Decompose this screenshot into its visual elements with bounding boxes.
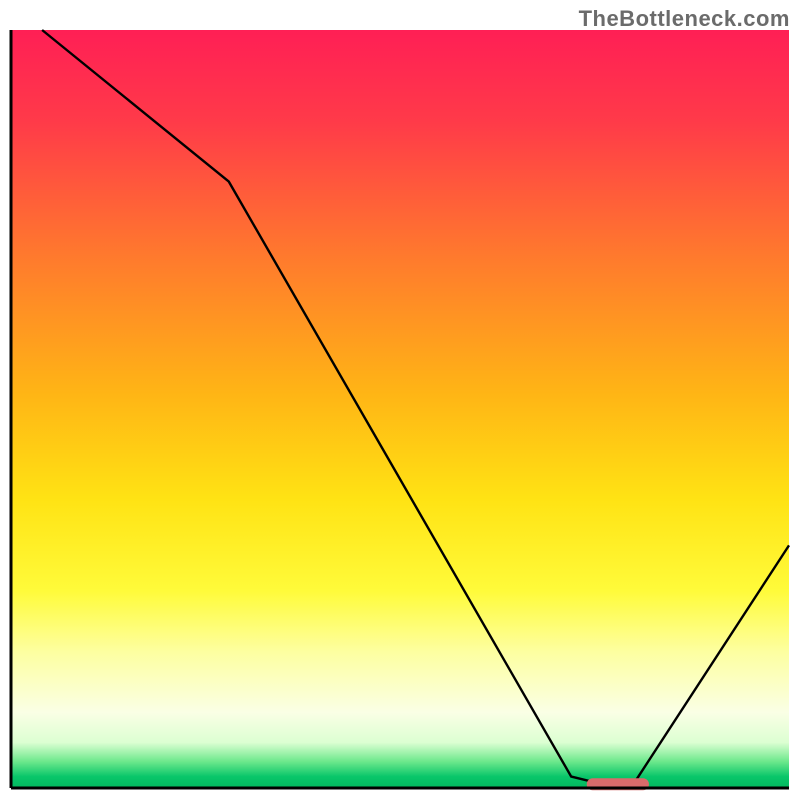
gradient-background	[11, 30, 789, 788]
watermark-text: TheBottleneck.com	[579, 6, 790, 32]
chart-canvas	[0, 0, 800, 800]
bottleneck-chart: TheBottleneck.com	[0, 0, 800, 800]
